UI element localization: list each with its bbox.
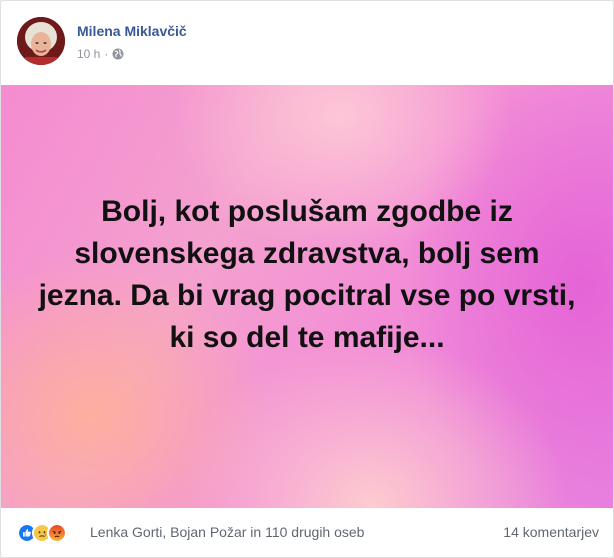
meta-separator: · <box>104 47 109 61</box>
author-avatar[interactable] <box>17 17 65 65</box>
angry-icon <box>47 523 67 543</box>
avatar-image <box>17 17 65 65</box>
post-header: Milena Miklavčič 10 h · <box>1 1 613 85</box>
reaction-icons[interactable] <box>17 522 67 544</box>
comments-count-link[interactable]: 14 komentarjev <box>503 524 599 540</box>
reactions-summary[interactable]: Lenka Gorti, Bojan Požar in 110 drugih o… <box>90 524 364 540</box>
post-meta: 10 h · <box>77 47 124 61</box>
globe-icon[interactable] <box>112 48 124 60</box>
post-text: Bolj, kot poslušam zgodbe iz slovenskega… <box>38 195 576 354</box>
post-footer: Lenka Gorti, Bojan Požar in 110 drugih o… <box>1 508 613 557</box>
post-card: Milena Miklavčič 10 h · Bolj, kot posluš… <box>0 0 614 558</box>
author-name[interactable]: Milena Miklavčič <box>77 23 187 39</box>
post-time[interactable]: 10 h <box>77 47 100 61</box>
